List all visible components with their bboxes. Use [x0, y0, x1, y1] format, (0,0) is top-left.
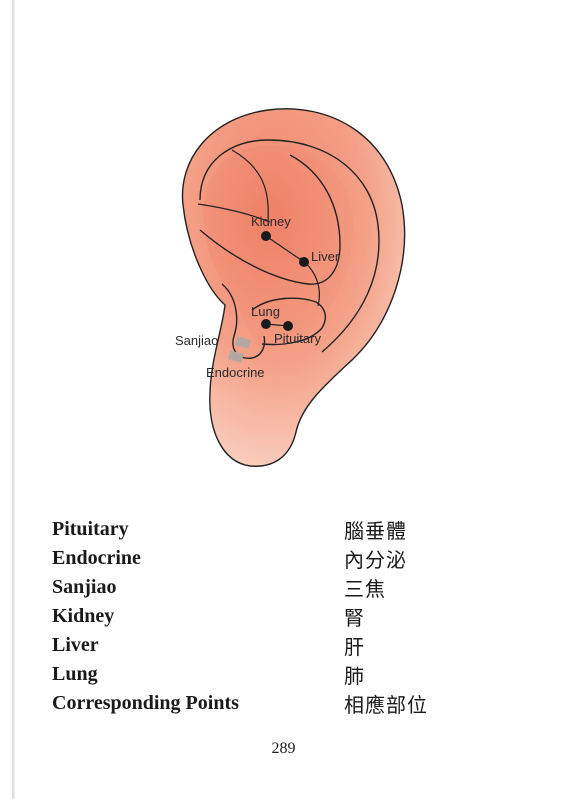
- kidney-point: [261, 231, 271, 241]
- glossary-translation: 腎: [344, 606, 365, 630]
- sanjiao-label: Sanjiao: [175, 333, 218, 348]
- glossary-row: Endocrine 內分泌: [52, 544, 512, 573]
- pituitary-point: [283, 321, 293, 331]
- glossary-row: Kidney 腎: [52, 602, 512, 631]
- kidney-label: Kidney: [251, 214, 291, 229]
- glossary-translation: 腦垂體: [344, 519, 407, 543]
- glossary-translation: 三焦: [344, 577, 386, 601]
- liver-label: Liver: [311, 249, 340, 264]
- glossary-term: Endocrine: [52, 547, 141, 569]
- glossary-term: Kidney: [52, 605, 115, 627]
- endocrine-label: Endocrine: [206, 365, 265, 380]
- glossary-row: Pituitary 腦垂體: [52, 515, 512, 544]
- liver-point: [299, 257, 309, 267]
- glossary-translation: 肺: [344, 664, 365, 688]
- glossary-term: Liver: [52, 634, 99, 656]
- lung-point: [261, 319, 271, 329]
- ear-diagram: Kidney Liver Lung Pituitary Sanjiao Endo…: [175, 108, 406, 467]
- page-number: 289: [271, 740, 296, 757]
- glossary-term: Lung: [52, 663, 98, 685]
- glossary-term: Pituitary: [52, 518, 129, 540]
- lung-label: Lung: [251, 304, 280, 319]
- glossary-table: Pituitary 腦垂體 Endocrine 內分泌 Sanjiao 三焦 K…: [52, 515, 512, 718]
- glossary-translation: 內分泌: [344, 548, 407, 572]
- pituitary-label: Pituitary: [274, 331, 321, 346]
- glossary-row: Liver 肝: [52, 631, 512, 660]
- glossary-row: Lung 肺: [52, 660, 512, 689]
- glossary-translation: 相應部位: [344, 693, 428, 717]
- glossary-row: Corresponding Points 相應部位: [52, 689, 512, 718]
- glossary-translation: 肝: [344, 635, 365, 659]
- glossary-term: Sanjiao: [52, 576, 117, 598]
- glossary-term: Corresponding Points: [52, 692, 239, 714]
- glossary-row: Sanjiao 三焦: [52, 573, 512, 602]
